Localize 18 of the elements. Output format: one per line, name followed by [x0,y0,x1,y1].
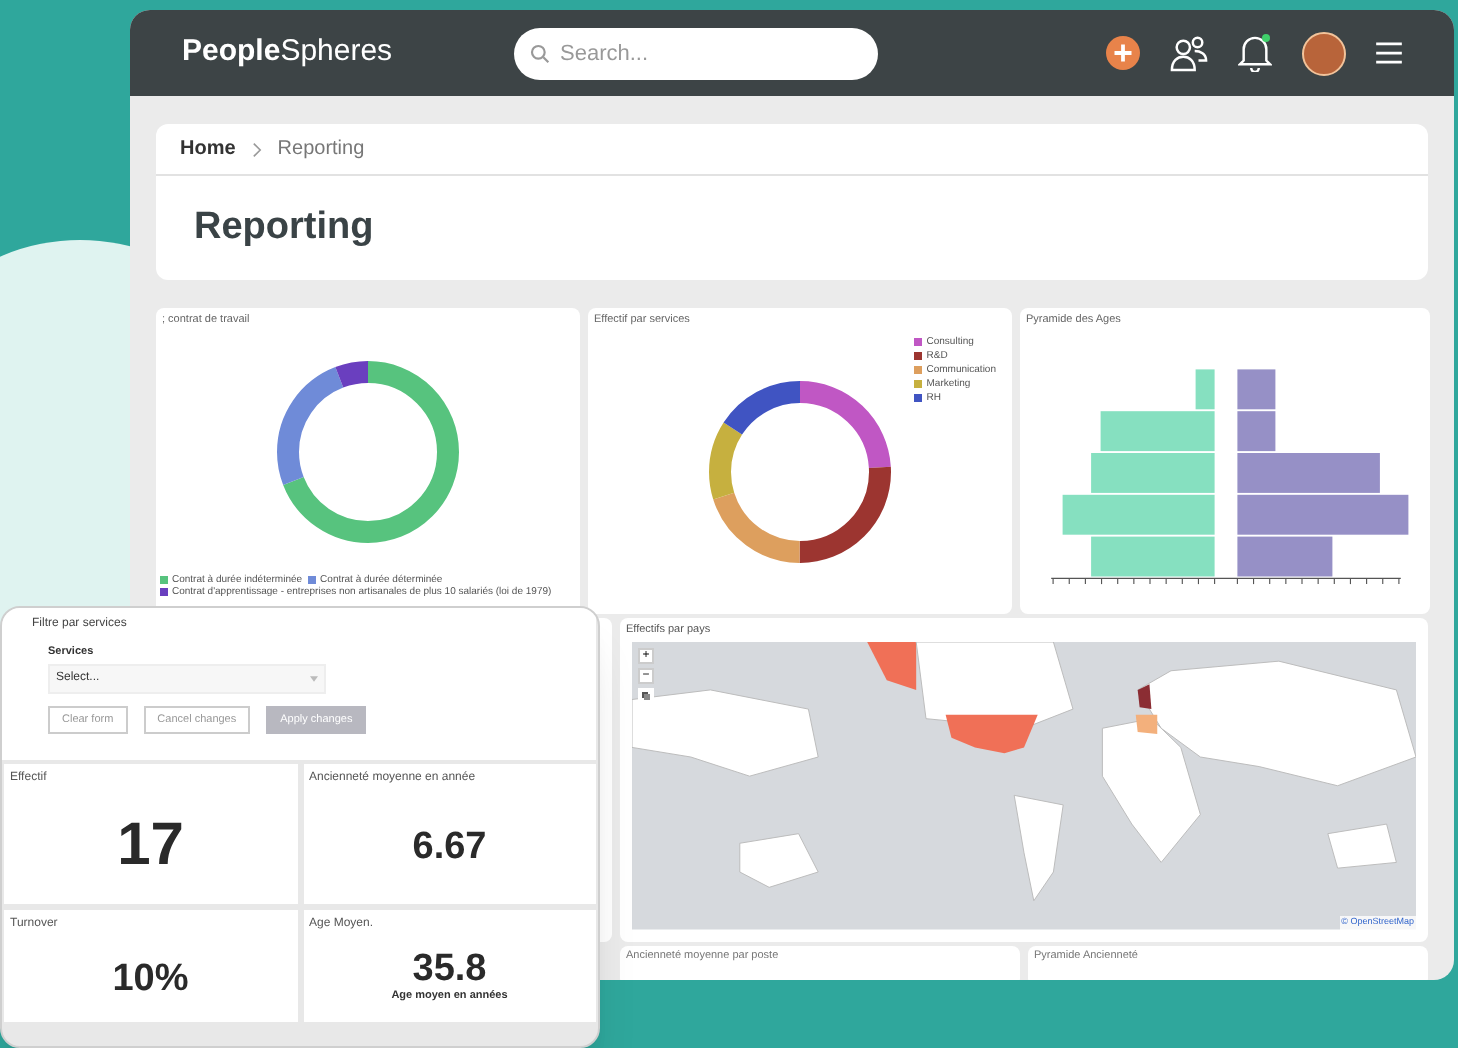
search-icon [530,43,550,63]
layers-icon[interactable] [638,688,654,705]
menu-icon[interactable] [1376,42,1402,64]
breadcrumb-item: Reporting [277,136,365,164]
avatar[interactable] [1302,31,1346,75]
logo[interactable]: PeopleSpheres [182,30,514,76]
kpi-value: 35.8 [412,950,487,989]
users-icon[interactable] [1170,34,1208,72]
search-field[interactable]: Search... [514,27,878,79]
page-title: Reporting [194,203,374,252]
caret-icon [310,676,318,683]
bell-icon[interactable] [1238,34,1272,72]
kpi-value: 10% [112,959,189,997]
chevron-right-icon [251,141,262,157]
kpi-value: 6.67 [412,827,487,865]
breadcrumb-item[interactable]: Home [180,134,236,164]
add-icon[interactable] [1106,36,1140,70]
kpi-value: 17 [117,816,184,876]
